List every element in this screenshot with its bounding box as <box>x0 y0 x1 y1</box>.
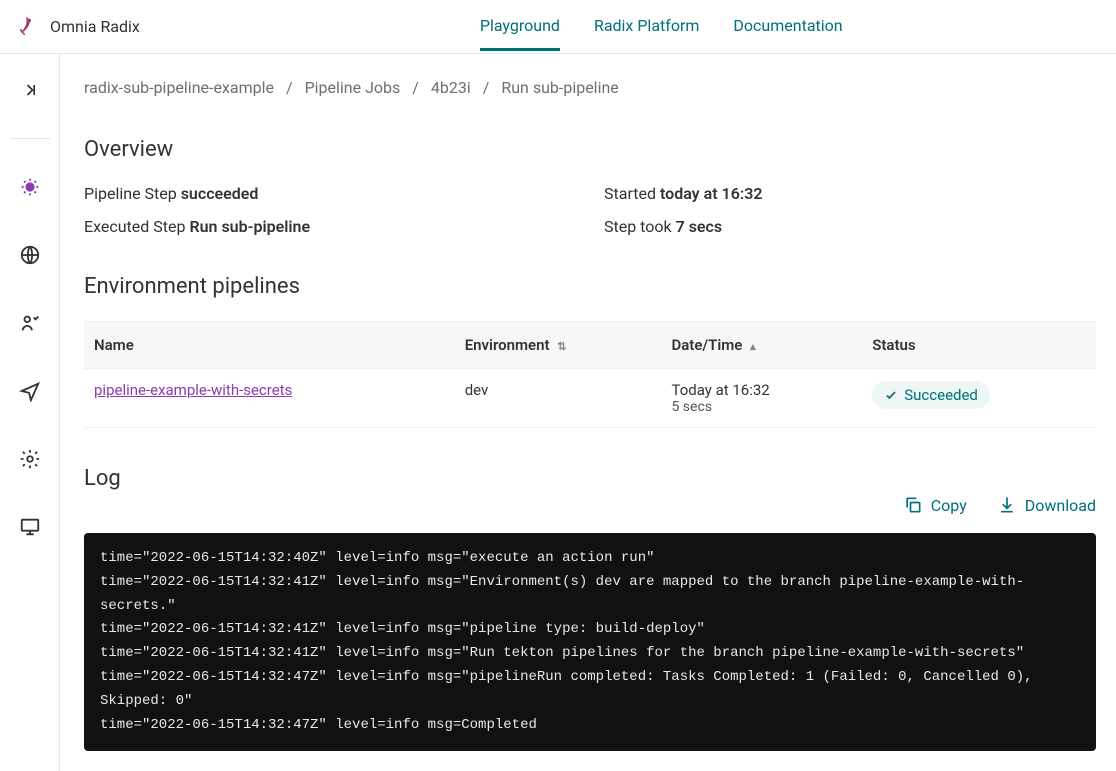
brand-name: Omnia Radix <box>50 17 140 36</box>
executed-step-field: Executed Step Run sub-pipeline <box>84 217 604 236</box>
log-output[interactable]: time="2022-06-15T14:32:40Z" level=info m… <box>84 533 1096 751</box>
label: Started <box>604 184 656 203</box>
overview-grid: Pipeline Step succeeded Started today at… <box>84 184 1096 236</box>
value: today at 16:32 <box>660 184 763 203</box>
col-environment[interactable]: Environment ⇅ <box>455 322 662 369</box>
sidebar-item-jobs[interactable] <box>10 303 50 343</box>
label: Executed Step <box>84 217 185 236</box>
top-navigation: Playground Radix Platform Documentation <box>480 2 843 51</box>
topbar: Omnia Radix Playground Radix Platform Do… <box>0 0 1116 54</box>
col-label: Date/Time <box>671 336 742 354</box>
globe-icon <box>19 244 41 266</box>
breadcrumb-separator: / <box>483 78 490 97</box>
radix-logo-icon <box>14 14 40 40</box>
overview-heading: Overview <box>84 137 1096 162</box>
send-icon <box>19 380 41 402</box>
dt-sub: 5 secs <box>671 399 852 415</box>
label: Step took <box>604 217 672 236</box>
gear-icon <box>19 448 41 470</box>
col-name[interactable]: Name <box>84 322 455 369</box>
breadcrumb-item: Run sub-pipeline <box>501 78 618 97</box>
started-field: Started today at 16:32 <box>604 184 1096 203</box>
pipeline-link[interactable]: pipeline-example-with-secrets <box>94 381 292 399</box>
breadcrumb-separator: / <box>412 78 419 97</box>
sidebar-item-settings[interactable] <box>10 439 50 479</box>
status-text: Succeeded <box>904 386 978 404</box>
nav-radix-platform[interactable]: Radix Platform <box>594 2 699 51</box>
breadcrumb-item[interactable]: Pipeline Jobs <box>305 78 401 97</box>
chevron-expand-icon <box>20 80 40 100</box>
brand[interactable]: Omnia Radix <box>14 14 140 40</box>
value: Run sub-pipeline <box>189 217 310 236</box>
copy-button[interactable]: Copy <box>903 495 967 515</box>
pipeline-step-field: Pipeline Step succeeded <box>84 184 604 203</box>
breadcrumb: radix-sub-pipeline-example / Pipeline Jo… <box>84 78 1096 97</box>
main-content: radix-sub-pipeline-example / Pipeline Jo… <box>60 54 1116 771</box>
check-icon <box>884 388 898 402</box>
value: succeeded <box>181 184 259 203</box>
sidebar-expand-button[interactable] <box>10 70 50 110</box>
nav-playground[interactable]: Playground <box>480 2 560 51</box>
download-button[interactable]: Download <box>997 495 1096 515</box>
sort-both-icon: ⇅ <box>557 340 566 353</box>
sort-asc-icon: ▴ <box>750 340 756 353</box>
monitor-icon <box>19 516 41 538</box>
virus-icon <box>19 176 41 198</box>
sidebar-item-app[interactable] <box>10 167 50 207</box>
divider <box>10 138 50 139</box>
env-pipelines-table: Name Environment ⇅ Date/Time ▴ Status pi… <box>84 321 1096 428</box>
nav-documentation[interactable]: Documentation <box>733 2 842 51</box>
table-row: pipeline-example-with-secrets dev Today … <box>84 369 1096 428</box>
status-badge: Succeeded <box>872 381 990 409</box>
download-label: Download <box>1025 496 1096 515</box>
copy-label: Copy <box>931 496 967 515</box>
download-icon <box>997 495 1017 515</box>
sidebar <box>0 54 60 771</box>
breadcrumb-item[interactable]: radix-sub-pipeline-example <box>84 78 274 97</box>
col-label: Environment <box>465 336 550 354</box>
sidebar-item-console[interactable] <box>10 507 50 547</box>
breadcrumb-separator: / <box>286 78 293 97</box>
table-header-row: Name Environment ⇅ Date/Time ▴ Status <box>84 322 1096 369</box>
dt-cell: Today at 16:32 5 secs <box>661 369 862 428</box>
log-heading: Log <box>84 466 121 491</box>
env-pipelines-heading: Environment pipelines <box>84 274 1096 299</box>
label: Pipeline Step <box>84 184 177 203</box>
env-cell: dev <box>455 369 662 428</box>
col-status[interactable]: Status <box>862 322 1096 369</box>
status-cell: Succeeded <box>862 369 1096 428</box>
breadcrumb-item[interactable]: 4b23i <box>431 78 471 97</box>
sidebar-item-deploy[interactable] <box>10 371 50 411</box>
col-datetime[interactable]: Date/Time ▴ <box>661 322 862 369</box>
engineer-icon <box>19 312 41 334</box>
sidebar-item-environments[interactable] <box>10 235 50 275</box>
copy-icon <box>903 495 923 515</box>
dt-main: Today at 16:32 <box>671 381 852 399</box>
value: 7 secs <box>676 217 723 236</box>
step-took-field: Step took 7 secs <box>604 217 1096 236</box>
